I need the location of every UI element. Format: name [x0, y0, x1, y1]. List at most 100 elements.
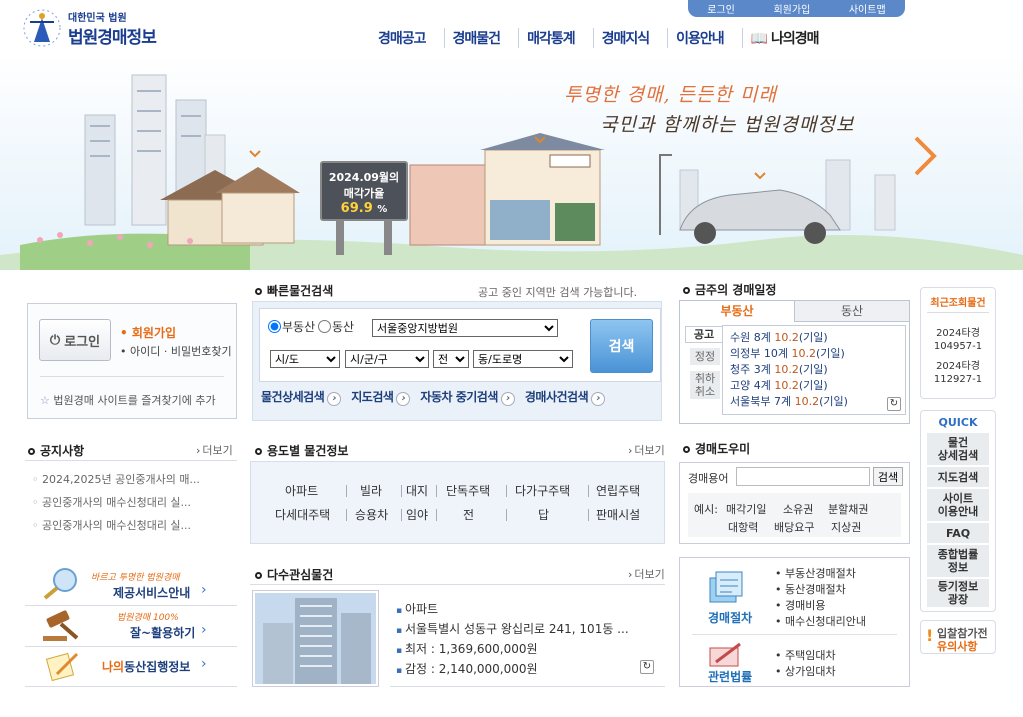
jeon-select[interactable]: 전	[433, 350, 469, 368]
radio-movable-input[interactable]	[318, 320, 331, 333]
popular-more-link[interactable]: 더보기	[628, 566, 664, 582]
map-search-link[interactable]: 지도검색 ›	[351, 388, 411, 406]
bid-caution-link[interactable]: ! 입찰참가전 유의사항	[920, 620, 996, 654]
procedure-title[interactable]: 경매절차	[708, 609, 752, 626]
add-favorite-link[interactable]: ☆ 법원경매 사이트를 즐겨찾기에 추가	[40, 392, 216, 408]
nav-my-auction[interactable]: 📖 나의경매	[743, 28, 837, 48]
popular-item-address[interactable]: 서울특별시 성동구 왕십리로 241, 101동 ...	[396, 620, 658, 640]
category-item[interactable]: 임야	[406, 506, 428, 523]
sido-select[interactable]: 시/도	[270, 350, 340, 368]
divider	[436, 485, 437, 497]
law-item[interactable]: • 주택임대차	[775, 648, 836, 664]
divider	[506, 509, 507, 521]
procedure-item[interactable]: • 매수신청대리안내	[775, 614, 866, 630]
schedule-side-correction[interactable]: 정정	[690, 348, 720, 365]
term-link[interactable]: 소유권	[783, 501, 813, 517]
util-login-link[interactable]: 로그인	[707, 1, 735, 16]
quick-registry-portal[interactable]: 등기정보 광장	[927, 579, 989, 607]
nav-auction-notice[interactable]: 경매공고	[370, 28, 445, 48]
court-select[interactable]: 서울중앙지방법원	[372, 319, 558, 337]
schedule-item[interactable]: 고양 4계 10.2(기일)	[730, 378, 905, 394]
category-item[interactable]: 판매시설	[596, 506, 640, 523]
nav-sale-stats[interactable]: 매각통계	[519, 28, 594, 48]
radio-realestate-input[interactable]	[268, 320, 281, 333]
schedule-side-notice[interactable]: 공고	[685, 326, 723, 343]
popular-item-type[interactable]: 아파트	[396, 600, 658, 620]
sale-rate-value: 69.9	[340, 201, 373, 216]
term-link[interactable]: 매각기일	[726, 501, 766, 517]
quick-map-search[interactable]: 지도검색	[927, 467, 989, 487]
login-button[interactable]: ⏻ 로그인	[39, 319, 111, 361]
category-item[interactable]: 단독주택	[446, 482, 490, 499]
find-id-password-link[interactable]: • 아이디 · 비밀번호찾기	[120, 343, 232, 359]
dong-select[interactable]: 동/도로명	[473, 350, 573, 368]
list-item[interactable]: 2024,2025년 공인중개사의 매...	[32, 468, 237, 491]
case-search-link[interactable]: 경매사건검색 ›	[525, 388, 606, 406]
vehicle-search-link[interactable]: 자동차 중기검색 ›	[420, 388, 515, 406]
nav-auction-knowledge[interactable]: 경매지식	[594, 28, 669, 48]
schedule-item[interactable]: 수원 8계 10.2(기일)	[730, 330, 905, 346]
refresh-icon[interactable]: ↻	[640, 660, 654, 674]
recent-item[interactable]: 2024타경 104957-1	[921, 327, 995, 353]
radio-movable[interactable]: 동산	[318, 318, 354, 335]
sale-rate-month: 2024.09월의	[328, 171, 400, 184]
quick-site-guide[interactable]: 사이트 이용안내	[927, 489, 989, 521]
recent-items-title: 최근조회물건	[930, 298, 986, 309]
schedule-item[interactable]: 청주 3계 10.2(기일)	[730, 362, 905, 378]
chevron-right-icon: ›	[201, 656, 207, 672]
category-item[interactable]: 다가구주택	[515, 482, 570, 499]
dictionary-input[interactable]	[736, 467, 870, 486]
term-link[interactable]: 지상권	[831, 519, 861, 535]
quick-faq[interactable]: FAQ	[927, 523, 989, 543]
join-link[interactable]: • 회원가입	[120, 324, 176, 341]
list-item[interactable]: 공인중개사의 매수신청대리 실...	[32, 514, 237, 537]
nav-auction-items[interactable]: 경매물건	[445, 28, 520, 48]
notice-more-link[interactable]: 더보기	[196, 442, 232, 458]
divider	[390, 686, 665, 687]
law-title[interactable]: 관련법률	[708, 668, 752, 685]
procedure-item[interactable]: • 동산경매절차	[775, 582, 866, 598]
category-item[interactable]: 대지	[406, 482, 428, 499]
schedule-side-withdraw[interactable]: 취하 취소	[690, 371, 720, 399]
popular-item-min-price: 최저 : 1,369,600,000원	[396, 640, 658, 660]
util-join-link[interactable]: 회원가입	[773, 1, 810, 16]
category-item[interactable]: 승용차	[355, 506, 388, 523]
procedure-item[interactable]: • 부동산경매절차	[775, 566, 866, 582]
category-item[interactable]: 빌라	[360, 482, 382, 499]
promo-service-guide[interactable]: 바르고 투명한 법원경매 제공서비스안내 ›	[25, 566, 237, 602]
nav-usage-guide[interactable]: 이용안내	[668, 28, 743, 48]
hero-next-arrow-icon[interactable]	[912, 135, 938, 177]
hero-slogan-main: 투명한 경매, 든든한 미래	[564, 84, 777, 106]
procedure-item[interactable]: • 경매비용	[775, 598, 866, 614]
chevron-right-icon: ›	[327, 392, 342, 406]
quick-law-info[interactable]: 종합법률 정보	[927, 545, 989, 577]
term-link[interactable]: 배당요구	[774, 519, 814, 535]
term-link[interactable]: 대항력	[728, 519, 758, 535]
popular-item-photo[interactable]	[252, 590, 379, 687]
tab-movable[interactable]: 동산	[794, 300, 910, 322]
schedule-item[interactable]: 의정부 10계 10.2(기일)	[730, 346, 905, 362]
detail-search-link[interactable]: 물건상세검색 ›	[261, 388, 342, 406]
category-item[interactable]: 전	[463, 506, 474, 523]
category-item[interactable]: 연립주택	[596, 482, 640, 499]
category-item[interactable]: 아파트	[285, 482, 318, 499]
quick-detail-search[interactable]: 물건 상세검색	[927, 433, 989, 465]
tab-realestate[interactable]: 부동산	[679, 300, 795, 322]
quick-search-button[interactable]: 검색	[590, 319, 653, 373]
radio-realestate[interactable]: 부동산	[268, 318, 315, 335]
dictionary-search-button[interactable]: 검색	[873, 467, 903, 486]
list-item[interactable]: 공인중개사의 매수신청대리 실...	[32, 491, 237, 514]
category-item[interactable]: 다세대주택	[275, 506, 330, 523]
refresh-icon[interactable]: ↻	[887, 397, 901, 411]
promo-movable-execution[interactable]: 나의동산집행정보 ›	[25, 648, 237, 684]
category-item[interactable]: 답	[538, 506, 549, 523]
category-more-link[interactable]: 더보기	[628, 442, 664, 458]
util-sitemap-link[interactable]: 사이트맵	[849, 1, 886, 16]
promo-usage-tips[interactable]: 법원경매 100% 잘~활용하기 ›	[25, 608, 237, 644]
term-link[interactable]: 분할채권	[828, 501, 868, 517]
recent-item[interactable]: 2024타경 112927-1	[921, 360, 995, 386]
schedule-item[interactable]: 서울북부 7계 10.2(기일)	[730, 394, 905, 410]
site-logo[interactable]: 대한민국 법원 법원경매정보	[22, 6, 172, 50]
law-item[interactable]: • 상가임대차	[775, 664, 836, 680]
sigungu-select[interactable]: 시/군/구	[345, 350, 429, 368]
